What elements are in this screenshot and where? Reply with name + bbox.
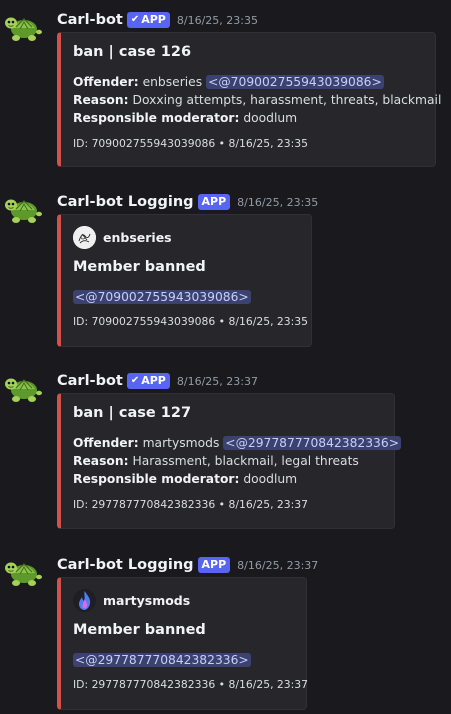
sketch-avatar-icon[interactable] — [73, 226, 96, 249]
ban-log-embed: enbseries Member banned <@70900275594303… — [57, 214, 312, 347]
embed-title: Member banned — [73, 259, 206, 275]
timestamp: 8/16/25, 23:35 — [176, 13, 258, 27]
embed-author: martysmods — [73, 589, 190, 612]
mention-field: <@709002755943039086> — [73, 288, 251, 306]
embed-author-name[interactable]: martysmods — [103, 593, 190, 608]
author-name[interactable]: Carl-bot Logging — [57, 194, 194, 210]
reason-field: Reason: Doxxing attempts, harassment, th… — [73, 93, 442, 107]
case-embed: ban | case 126 Offender: enbseries <@709… — [57, 32, 441, 167]
author-name[interactable]: Carl-bot — [57, 373, 123, 389]
timestamp: 8/16/25, 23:37 — [176, 374, 258, 388]
embed-title: ban | case 126 — [73, 44, 192, 60]
moderator-field: Responsible moderator: doodlum — [73, 472, 298, 486]
check-icon: ✔ — [130, 14, 140, 25]
check-icon: ✔ — [130, 375, 140, 386]
turtle-avatar-icon[interactable] — [3, 555, 45, 589]
turtle-avatar-icon[interactable] — [3, 371, 45, 405]
message-header: Carl-bot ✔ APP 8/16/25, 23:37 — [57, 373, 258, 389]
app-badge: APP — [197, 557, 231, 573]
message-header: Carl-bot Logging APP 8/16/25, 23:35 — [57, 194, 318, 210]
embed-footer: ID: 297787770842382336 • 8/16/25, 23:37 — [73, 498, 309, 511]
app-badge: APP — [197, 194, 231, 210]
timestamp: 8/16/25, 23:37 — [237, 558, 319, 572]
embed-author-name[interactable]: enbseries — [103, 230, 172, 245]
turtle-avatar-icon[interactable] — [3, 10, 45, 44]
app-badge: ✔ APP — [126, 12, 170, 28]
app-badge: ✔ APP — [126, 373, 170, 389]
message-header: Carl-bot ✔ APP 8/16/25, 23:35 — [57, 12, 258, 28]
flame-avatar-icon[interactable] — [73, 589, 96, 612]
moderator-field: Responsible moderator: doodlum — [73, 111, 298, 125]
embed-footer: ID: 297787770842382336 • 8/16/25, 23:37 — [73, 678, 309, 691]
message-header: Carl-bot Logging APP 8/16/25, 23:37 — [57, 557, 318, 573]
author-name[interactable]: Carl-bot Logging — [57, 557, 194, 573]
user-mention[interactable]: <@297787770842382336> — [223, 436, 402, 450]
user-mention[interactable]: <@709002755943039086> — [73, 290, 251, 304]
embed-footer: ID: 709002755943039086 • 8/16/25, 23:35 — [73, 315, 309, 328]
author-name[interactable]: Carl-bot — [57, 12, 123, 28]
embed-title: ban | case 127 — [73, 405, 192, 421]
embed-footer: ID: 709002755943039086 • 8/16/25, 23:35 — [73, 137, 309, 150]
turtle-avatar-icon[interactable] — [3, 192, 45, 226]
embed-author: enbseries — [73, 226, 172, 249]
ban-log-embed: martysmods Member banned <@2977877708423… — [57, 577, 309, 710]
case-embed: ban | case 127 Offender: martysmods <@29… — [57, 393, 402, 529]
reason-field: Reason: Harassment, blackmail, legal thr… — [73, 454, 359, 468]
timestamp: 8/16/25, 23:35 — [237, 195, 319, 209]
user-mention[interactable]: <@297787770842382336> — [73, 653, 251, 667]
mention-field: <@297787770842382336> — [73, 651, 251, 669]
offender-field: Offender: enbseries <@709002755943039086… — [73, 75, 384, 89]
offender-field: Offender: martysmods <@29778777084238233… — [73, 436, 402, 450]
user-mention[interactable]: <@709002755943039086> — [206, 75, 384, 89]
embed-title: Member banned — [73, 622, 206, 638]
